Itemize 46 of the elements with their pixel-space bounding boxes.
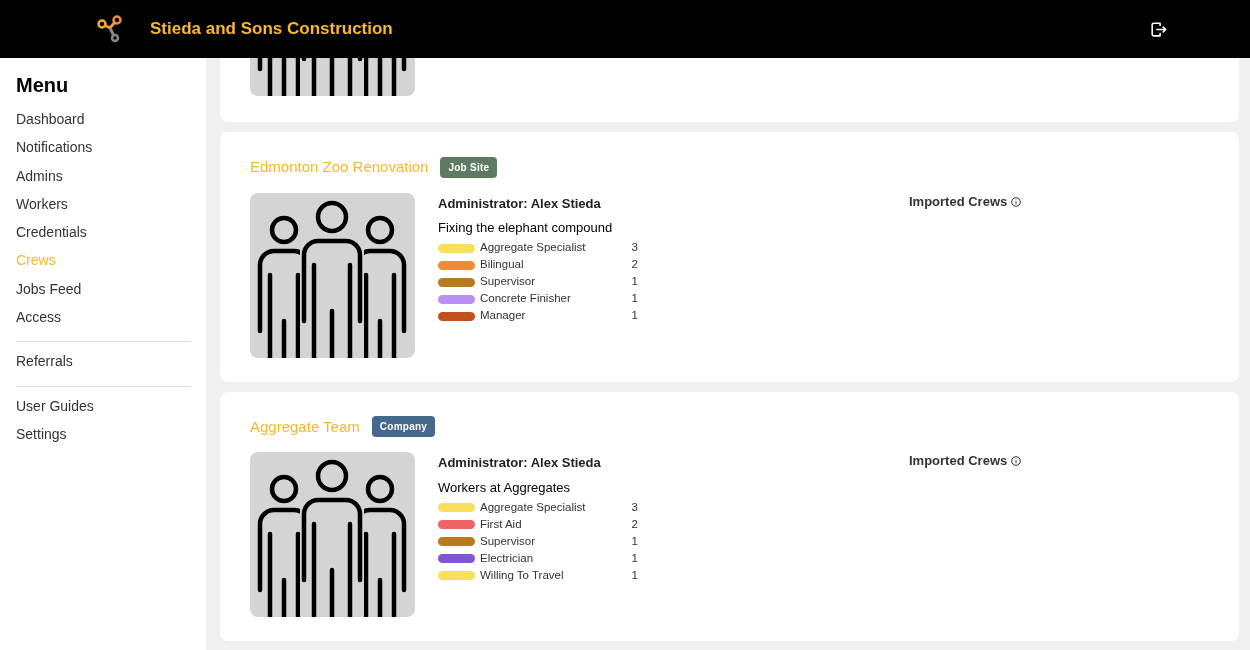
menu-item[interactable]: Notifications bbox=[16, 137, 190, 166]
skill-count: 1 bbox=[631, 308, 638, 324]
skill-label: Concrete Finisher bbox=[480, 291, 571, 307]
skill-count: 2 bbox=[631, 257, 638, 273]
administrator-text: Administrator: Alex Stieda bbox=[438, 194, 602, 213]
skill-count: 1 bbox=[631, 274, 638, 290]
skill-count: 2 bbox=[631, 516, 638, 532]
skill-label: Electrician bbox=[480, 550, 534, 566]
skill-label: Manager bbox=[480, 308, 526, 324]
info-icon[interactable] bbox=[1011, 456, 1022, 466]
imported-crews-label: Imported Crews bbox=[909, 452, 1008, 471]
skill-label: Aggregate Specialist bbox=[480, 240, 586, 256]
menu-item[interactable]: User Guides bbox=[16, 395, 190, 424]
crew-type-badge: Company bbox=[371, 416, 436, 438]
skill-count: 1 bbox=[631, 291, 638, 307]
menu-item[interactable]: Credentials bbox=[16, 222, 190, 251]
administrator-text: Administrator: Alex Stieda bbox=[438, 454, 602, 472]
skill-label: First Aid bbox=[480, 516, 522, 532]
skill-label: Willing To Travel bbox=[480, 567, 564, 583]
skill-label: Supervisor bbox=[480, 274, 535, 290]
logout-icon[interactable] bbox=[1149, 19, 1168, 39]
menu-item[interactable]: Access bbox=[16, 307, 190, 336]
menu-item[interactable]: Settings bbox=[16, 423, 190, 453]
skill-label: Aggregate Specialist bbox=[480, 499, 586, 515]
menu-item[interactable]: Admins bbox=[16, 165, 190, 194]
menu-title: Menu bbox=[16, 73, 70, 98]
crew-description: Workers at Aggregates bbox=[438, 478, 571, 497]
info-icon[interactable] bbox=[1011, 196, 1022, 207]
menu-item[interactable]: Dashboard bbox=[16, 109, 190, 138]
menu-item[interactable]: Referrals bbox=[16, 351, 190, 380]
skill-count: 1 bbox=[631, 567, 638, 583]
skill-count: 3 bbox=[631, 499, 638, 515]
skill-label: Bilingual bbox=[480, 257, 524, 273]
skill-count: 1 bbox=[631, 550, 638, 566]
skill-label: Supervisor bbox=[480, 533, 535, 549]
company-title: Stieda and Sons Construction bbox=[150, 18, 393, 41]
menu-item[interactable]: Jobs Feed bbox=[16, 278, 190, 308]
crew-description: Fixing the elephant compound bbox=[438, 219, 614, 237]
skill-count: 1 bbox=[631, 533, 638, 549]
skill-count: 3 bbox=[631, 240, 638, 256]
logo-icon bbox=[96, 15, 124, 43]
crew-avatar-icon bbox=[250, 452, 415, 617]
menu-item[interactable]: Workers bbox=[16, 193, 190, 223]
imported-crews-label: Imported Crews bbox=[909, 192, 1008, 211]
crew-avatar-icon bbox=[250, 192, 415, 358]
crew-type-badge: Job Site bbox=[440, 156, 498, 178]
